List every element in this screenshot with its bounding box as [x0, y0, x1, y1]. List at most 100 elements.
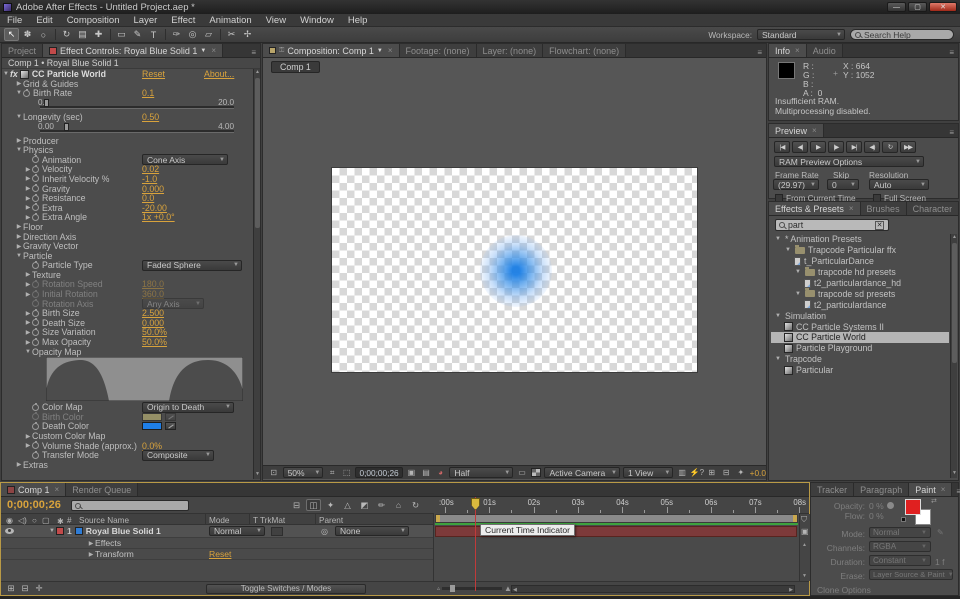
panel-menu-icon[interactable]: ≡ [945, 128, 958, 137]
twirl-right-icon[interactable]: ▶ [24, 442, 32, 449]
magnification-dropdown[interactable]: 50%▼ [283, 467, 324, 478]
slider-thumb[interactable] [44, 99, 49, 107]
comp-marker-icon[interactable]: ⛉ [801, 515, 807, 525]
slider-track[interactable] [40, 130, 234, 133]
tab-render-queue[interactable]: Render Queue [66, 483, 138, 496]
effect-controls-scrollbar[interactable]: ▲ ▼ [253, 69, 260, 479]
twirl-right-icon[interactable]: ▶ [87, 540, 95, 547]
twirl-right-icon[interactable]: ▶ [24, 281, 32, 288]
property-value[interactable]: 0.50 [142, 112, 159, 122]
parent-dropdown[interactable]: None▼ [335, 526, 409, 536]
twirl-right-icon[interactable]: ▶ [15, 243, 23, 250]
twirl-down-icon[interactable]: ▼ [2, 71, 10, 77]
audio-button[interactable]: ◀) [864, 141, 880, 153]
close-tab-icon[interactable]: × [211, 46, 216, 55]
exposure-value[interactable]: +0.0 [750, 468, 766, 478]
stopwatch-icon[interactable] [32, 214, 39, 221]
first-frame-button[interactable]: |◀ [774, 141, 790, 153]
pen-tool[interactable]: ✎ [130, 28, 145, 41]
draft-3d-icon[interactable]: ✦ [323, 499, 338, 511]
expand-inout-icon[interactable]: ✛ [33, 583, 45, 595]
scroll-down-icon[interactable]: ▼ [951, 470, 958, 478]
twirl-right-icon[interactable]: ▶ [24, 329, 32, 336]
last-frame-button[interactable]: ▶| [846, 141, 862, 153]
type-tool[interactable]: T [146, 28, 161, 41]
close-tab-icon[interactable]: × [795, 46, 800, 55]
tab-info[interactable]: Info× [769, 44, 807, 57]
twirl-right-icon[interactable]: ▶ [24, 204, 32, 211]
slider-track[interactable] [40, 106, 234, 109]
loop-button[interactable]: ↻ [882, 141, 898, 153]
twirl-down-icon[interactable]: ▼ [794, 291, 802, 297]
pickwhip-icon[interactable]: ◎ [321, 527, 328, 536]
fast-previews-icon[interactable]: ⚡? [691, 468, 703, 478]
paint-mode-dropdown[interactable]: Normal▼ [869, 527, 931, 538]
menu-animation[interactable]: Animation [202, 15, 258, 26]
stopwatch-icon[interactable] [32, 262, 39, 269]
pan-behind-tool[interactable]: ✚ [91, 28, 106, 41]
tab-brushes[interactable]: Brushes [861, 202, 907, 215]
brainstorm-icon[interactable]: ⌂ [391, 499, 406, 511]
show-snapshot-icon[interactable]: ▤ [420, 468, 432, 478]
parent-column[interactable]: Parent [319, 516, 343, 525]
stopwatch-icon[interactable] [32, 195, 39, 202]
time-ruler[interactable]: :00s01s02s03s04s05s06s07s08s [434, 497, 799, 514]
frame-rate-dropdown[interactable]: (29.97)▼ [773, 179, 819, 190]
panel-menu-icon[interactable]: ≡ [753, 48, 766, 57]
pixel-aspect-icon[interactable]: ▥ [676, 468, 688, 478]
timeline-zoom-slider[interactable] [442, 587, 502, 590]
duration-dropdown[interactable]: Constant▼ [869, 555, 931, 566]
scroll-down-icon[interactable]: ▼ [254, 471, 261, 479]
scroll-down-icon[interactable]: ▼ [802, 573, 807, 579]
eyedropper-icon[interactable] [165, 422, 176, 430]
stopwatch-icon[interactable] [32, 175, 39, 182]
stopwatch-icon[interactable] [32, 300, 39, 307]
preset-t-particulardance[interactable]: t_ParticularDance [771, 256, 949, 267]
transform-group-label[interactable]: Transform [95, 549, 134, 559]
duration-frames-value[interactable]: 1 f [935, 557, 944, 567]
property-value[interactable]: 0.02 [142, 164, 159, 174]
twirl-right-icon[interactable]: ▶ [24, 271, 32, 278]
comp-flowchart-icon[interactable]: ⊟ [720, 468, 732, 478]
property-value[interactable]: 50.0% [142, 327, 167, 337]
stopwatch-icon[interactable] [32, 442, 39, 449]
twirl-right-icon[interactable]: ▶ [24, 339, 32, 346]
property-value[interactable]: 0.0 [142, 193, 154, 203]
preset-animation-presets[interactable]: ▼* Animation Presets [771, 234, 949, 245]
stopwatch-icon[interactable] [32, 281, 39, 288]
twirl-right-icon[interactable]: ▶ [24, 166, 32, 173]
expand-modes-icon[interactable]: ⊟ [19, 583, 31, 595]
stopwatch-icon[interactable] [32, 185, 39, 192]
twirl-down-icon[interactable]: ▼ [784, 247, 792, 253]
channels-dropdown[interactable]: RGBA▼ [869, 541, 931, 552]
tab-paint[interactable]: Paint× [909, 483, 952, 496]
death-color-swatch[interactable] [142, 422, 162, 430]
stopwatch-icon[interactable] [32, 423, 39, 430]
preset-t2-particulardance[interactable]: t2_particulardance [771, 299, 949, 310]
panel-menu-icon[interactable]: ≡ [945, 48, 958, 57]
property-value[interactable]: 1x +0.0° [142, 212, 175, 222]
erase-dropdown[interactable]: Layer Source & Paint▼ [869, 569, 953, 580]
grid-guides-icon[interactable]: ⌗ [326, 468, 338, 478]
resolution-dropdown[interactable]: Half▼ [449, 467, 513, 478]
twirl-right-icon[interactable]: ▶ [24, 195, 32, 202]
eyedropper-icon[interactable] [165, 413, 176, 421]
selection-tool[interactable]: ↖ [4, 28, 19, 41]
frame-blending-icon[interactable]: ◩ [357, 499, 372, 511]
property-value[interactable]: 50.0% [142, 337, 167, 347]
eye-icon[interactable] [5, 528, 14, 534]
stopwatch-icon[interactable] [32, 404, 39, 411]
preset-cc-particle-world[interactable]: CC Particle World [771, 332, 949, 343]
opacity-value[interactable]: 0 % [869, 501, 884, 511]
timeline-search-input[interactable] [71, 500, 189, 511]
blend-mode-dropdown[interactable]: Normal▼ [209, 526, 265, 536]
current-time-indicator-line[interactable] [475, 497, 476, 591]
next-frame-button[interactable]: |▶ [828, 141, 844, 153]
close-tab-icon[interactable]: × [849, 204, 854, 213]
maximize-button[interactable]: ▢ [908, 2, 927, 12]
effects-row[interactable]: ▶ Effects [1, 538, 433, 549]
preset-trapcode-sd-presets[interactable]: ▼trapcode sd presets [771, 288, 949, 299]
tab-audio[interactable]: Audio [807, 44, 843, 57]
twirl-right-icon[interactable]: ▶ [24, 291, 32, 298]
tab-preview[interactable]: Preview× [769, 124, 824, 137]
